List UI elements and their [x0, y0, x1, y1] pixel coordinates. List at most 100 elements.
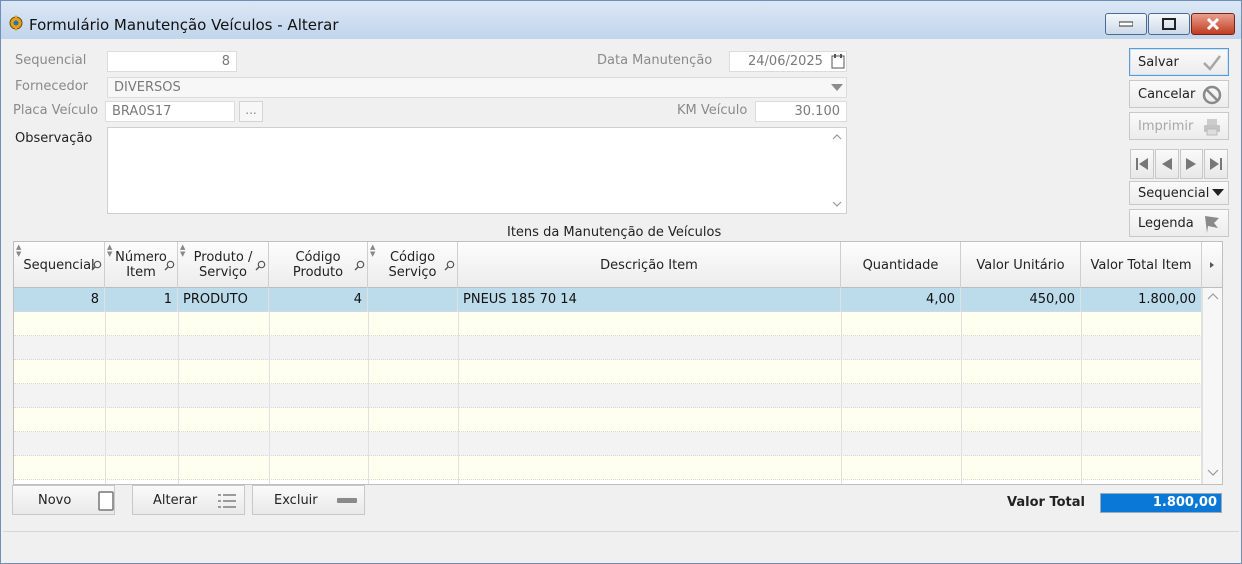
search-icon[interactable]	[444, 260, 455, 271]
cancelar-button[interactable]: Cancelar	[1129, 80, 1229, 108]
column-chooser-button[interactable]	[1202, 242, 1222, 288]
chevron-up-icon	[832, 134, 842, 140]
salvar-button[interactable]: Salvar	[1129, 48, 1229, 76]
cell-quantidade: 4,00	[841, 288, 961, 312]
col-header-produto-servico[interactable]: ▲ ▼ Produto / Serviço	[178, 242, 269, 288]
form-body: Sequencial 8 Data Manutenção 24/06/2025 …	[3, 39, 1239, 563]
sequencial-label: Sequencial	[15, 53, 87, 68]
col-label: Valor Unitário	[976, 257, 1065, 273]
excluir-button[interactable]: Excluir	[252, 485, 365, 515]
grid-title: Itens da Manutenção de Veículos	[507, 225, 722, 240]
previous-record-button[interactable]	[1154, 149, 1179, 179]
cell-valor-unitario: 450,00	[961, 288, 1081, 312]
calendar-icon[interactable]	[831, 54, 845, 69]
sort-icon: ▲ ▼	[370, 243, 376, 258]
fornecedor-select[interactable]: DIVERSOS	[107, 77, 847, 98]
col-header-codigo-produto[interactable]: Código Produto	[269, 242, 368, 288]
cell-sequencial: 8	[14, 288, 105, 312]
col-header-numero-item[interactable]: ▲ ▼ Número Item	[105, 242, 178, 288]
col-header-codigo-servico[interactable]: ▲ ▼ Código Serviço	[368, 242, 458, 288]
legenda-button[interactable]: Legenda	[1129, 209, 1229, 237]
salvar-label: Salvar	[1138, 55, 1179, 70]
km-label: KM Veículo	[677, 103, 748, 118]
checkmark-icon	[1203, 55, 1221, 71]
new-document-icon	[98, 491, 114, 511]
chevron-down-icon	[831, 84, 843, 91]
legenda-label: Legenda	[1138, 216, 1194, 231]
items-grid: ▲ ▼ Sequencial ▲ ▼ Número Item ▲ ▼ Produto …	[13, 241, 1223, 485]
window-title: Formulário Manutenção Veículos - Alterar	[29, 16, 339, 34]
table-row[interactable]: 8 1 PRODUTO 4 PNEUS 185 70 14 4,00 450,0…	[14, 288, 1202, 312]
previous-icon	[1161, 158, 1172, 170]
imprimir-button[interactable]: Imprimir	[1129, 112, 1229, 140]
novo-button[interactable]: Novo	[12, 485, 115, 515]
col-label: Descrição Item	[600, 257, 698, 273]
valor-total-field: 1.800,00	[1100, 493, 1222, 513]
km-field[interactable]: 30.100	[755, 101, 847, 122]
col-header-valor-unitario[interactable]: Valor Unitário	[961, 242, 1081, 288]
cell-codigo-servico	[368, 288, 458, 312]
data-manutencao-field[interactable]: 24/06/2025	[729, 51, 847, 72]
first-record-button[interactable]	[1130, 149, 1154, 179]
search-icon[interactable]	[255, 260, 266, 271]
sequencial-order-label: Sequencial	[1138, 186, 1210, 201]
status-bar-divider	[3, 531, 1239, 532]
observacao-label: Observação	[15, 131, 93, 146]
alterar-button[interactable]: Alterar	[132, 485, 245, 515]
cancel-icon	[1202, 85, 1222, 105]
cell-valor-total: 1.800,00	[1081, 288, 1202, 312]
cell-numero-item: 1	[105, 288, 178, 312]
sequencial-order-dropdown[interactable]: Sequencial	[1129, 181, 1229, 205]
last-icon	[1210, 158, 1223, 170]
fornecedor-value: DIVERSOS	[114, 80, 181, 95]
flag-icon	[1205, 216, 1219, 233]
close-button[interactable]	[1191, 13, 1235, 35]
novo-label: Novo	[38, 493, 72, 508]
col-label: Código Serviço	[388, 250, 437, 280]
edit-list-icon	[218, 494, 236, 508]
col-header-quantidade[interactable]: Quantidade	[841, 242, 961, 288]
excluir-label: Excluir	[274, 493, 318, 508]
col-header-descricao[interactable]: Descrição Item	[458, 242, 841, 288]
grid-lines	[105, 312, 1202, 484]
placa-field[interactable]: BRA0S17	[105, 101, 235, 122]
title-bar: Formulário Manutenção Veículos - Alterar	[1, 1, 1241, 39]
sort-icon: ▲ ▼	[180, 243, 186, 258]
observacao-textarea[interactable]	[107, 127, 847, 214]
grid-vertical-scrollbar[interactable]	[1202, 288, 1222, 484]
dropdown-arrow-icon	[1212, 189, 1224, 196]
next-record-button[interactable]	[1179, 149, 1204, 179]
cell-produto-servico: PRODUTO	[178, 288, 269, 312]
imprimir-label: Imprimir	[1138, 119, 1194, 134]
col-label: Produto / Serviço	[193, 250, 253, 280]
printer-icon	[1204, 119, 1220, 136]
maximize-button[interactable]	[1148, 13, 1190, 35]
app-gear-icon	[9, 15, 23, 31]
cell-descricao: PNEUS 185 70 14	[458, 288, 841, 312]
col-header-sequencial[interactable]: ▲ ▼ Sequencial	[14, 242, 105, 288]
data-manutencao-value: 24/06/2025	[748, 54, 823, 69]
sequencial-field[interactable]: 8	[107, 51, 237, 72]
search-icon[interactable]	[164, 260, 175, 271]
close-icon	[1206, 18, 1220, 30]
search-icon[interactable]	[354, 260, 365, 271]
last-record-button[interactable]	[1204, 149, 1228, 179]
col-label: Quantidade	[862, 257, 939, 273]
sort-icon: ▲ ▼	[16, 243, 22, 258]
minus-icon	[337, 498, 357, 503]
search-icon[interactable]	[91, 260, 102, 271]
cancelar-label: Cancelar	[1138, 87, 1196, 102]
next-icon	[1186, 158, 1197, 170]
col-header-valor-total[interactable]: Valor Total Item	[1081, 242, 1202, 288]
minimize-button[interactable]	[1105, 13, 1147, 35]
valor-total-label: Valor Total	[1007, 495, 1085, 510]
placa-label: Placa Veículo	[13, 103, 99, 118]
data-manutencao-label: Data Manutenção	[597, 53, 713, 68]
col-label: Número Item	[115, 250, 167, 280]
minimize-icon	[1119, 21, 1133, 27]
fornecedor-label: Fornecedor	[15, 79, 89, 94]
observacao-scrollbar[interactable]	[828, 128, 846, 213]
placa-lookup-button[interactable]: ...	[239, 101, 263, 122]
col-label: Valor Total Item	[1090, 257, 1192, 273]
cell-codigo-produto: 4	[269, 288, 368, 312]
